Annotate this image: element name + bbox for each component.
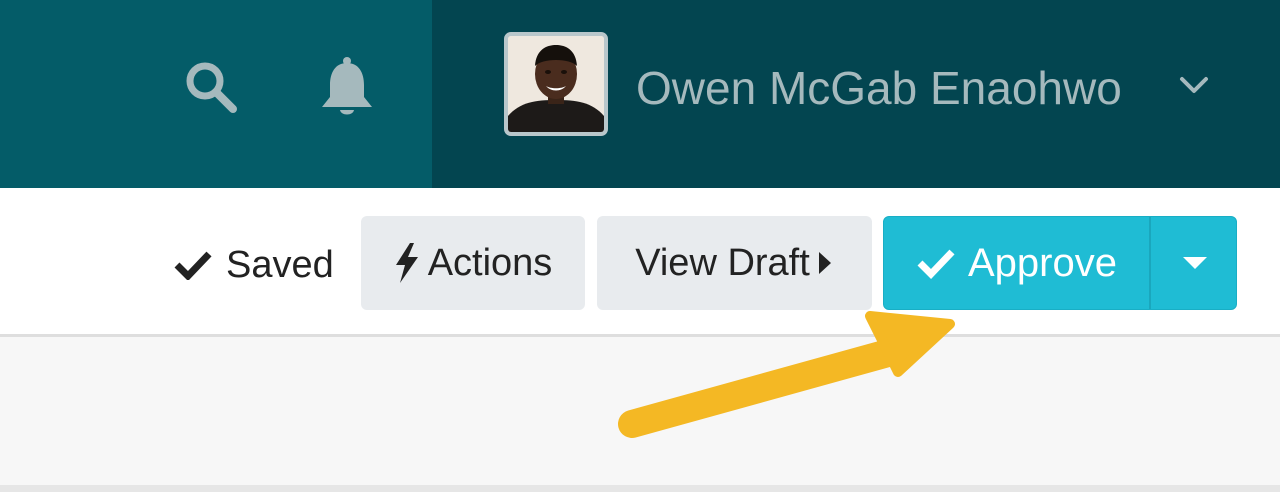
notifications-button[interactable]	[312, 52, 382, 122]
approve-button-group: Approve	[883, 216, 1237, 310]
saved-label: Saved	[226, 243, 334, 286]
actions-label: Actions	[427, 241, 553, 284]
top-bar-user-section: Owen McGab Enaohwo	[432, 0, 1280, 188]
caret-down-icon	[1182, 257, 1207, 269]
approve-button[interactable]: Approve	[884, 217, 1149, 309]
approve-dropdown-toggle[interactable]	[1151, 217, 1236, 309]
search-button[interactable]	[176, 52, 246, 122]
view-draft-button[interactable]: View Draft	[597, 216, 872, 310]
caret-right-icon	[818, 252, 831, 274]
lightning-bolt-icon	[395, 243, 418, 283]
top-navigation-bar: Owen McGab Enaohwo	[0, 0, 1280, 188]
checkmark-icon	[917, 249, 955, 279]
bell-icon	[322, 57, 372, 115]
top-bar-left-section	[0, 0, 432, 188]
avatar[interactable]	[504, 32, 608, 136]
view-draft-label: View Draft	[635, 241, 810, 284]
actions-button[interactable]: Actions	[361, 216, 585, 310]
content-bottom-border	[0, 485, 1280, 492]
content-area	[0, 337, 1280, 485]
checkmark-icon	[174, 251, 212, 280]
search-icon	[186, 62, 237, 113]
avatar-photo	[508, 36, 604, 132]
user-name[interactable]: Owen McGab Enaohwo	[636, 60, 1122, 116]
saved-status: Saved	[174, 240, 334, 290]
chevron-down-icon[interactable]	[1176, 70, 1212, 100]
approve-label: Approve	[968, 240, 1117, 285]
document-toolbar: Saved Actions View Draft Approve	[0, 188, 1280, 334]
